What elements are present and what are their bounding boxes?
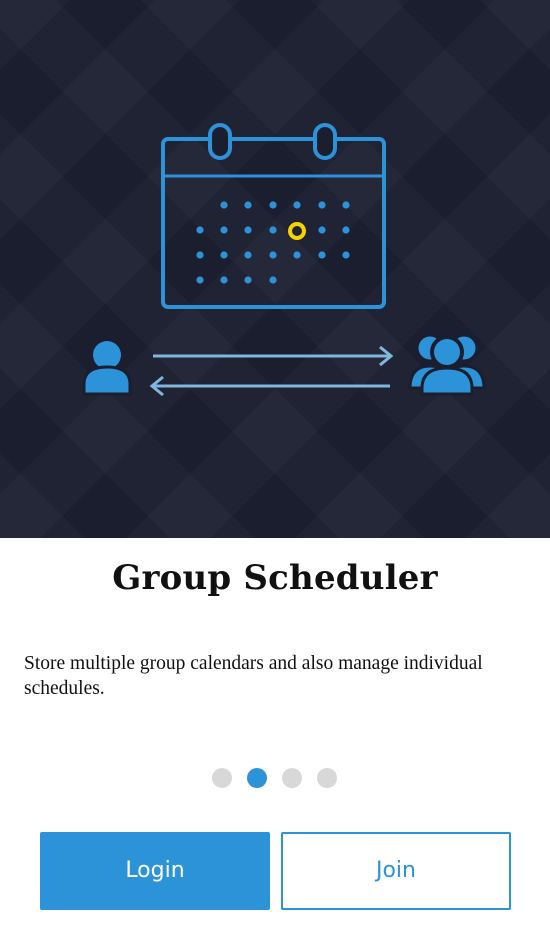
arrow-left-icon <box>149 375 390 397</box>
login-button[interactable]: Login <box>40 832 270 910</box>
group-icon <box>408 333 486 396</box>
calendar-day-dot <box>269 226 277 234</box>
page-dot-1[interactable] <box>212 768 232 788</box>
calendar-day-dot <box>318 226 326 234</box>
calendar-day-dot <box>269 251 277 259</box>
calendar-day-dot <box>318 201 326 209</box>
calendar-day-dot <box>269 201 277 209</box>
page-title: Group Scheduler <box>112 558 438 598</box>
page-dot-4[interactable] <box>317 768 337 788</box>
calendar-day-dot <box>342 226 350 234</box>
calendar-day-dot <box>196 226 204 234</box>
person-icon <box>82 337 132 396</box>
page-dot-2[interactable] <box>247 768 267 788</box>
calendar-day-dot <box>220 226 228 234</box>
feature-description: Store multiple group calendars and also … <box>24 653 483 699</box>
calendar-day-dot <box>220 251 228 259</box>
selected-day-marker <box>288 222 306 240</box>
calendar-day-dot <box>196 276 204 284</box>
calendar-day-dot <box>342 251 350 259</box>
calendar-day-dot <box>244 251 252 259</box>
illustration-svg <box>82 123 486 397</box>
calendar-day-dot <box>293 251 301 259</box>
calendar-day-dot <box>220 276 228 284</box>
page-indicator <box>2 767 548 789</box>
calendar-day-dot <box>244 276 252 284</box>
calendar-day-dots <box>196 201 350 284</box>
calendar-day-dot <box>269 276 277 284</box>
calendar-day-dot <box>244 201 252 209</box>
calendar-day-dot <box>293 201 301 209</box>
calendar-day-dot <box>244 226 252 234</box>
join-button[interactable]: Join <box>281 832 511 910</box>
arrow-right-icon <box>153 345 394 367</box>
calendar-day-dot <box>220 201 228 209</box>
calendar-day-dot <box>342 201 350 209</box>
calendar-day-dot <box>318 251 326 259</box>
calendar-day-dot <box>196 251 204 259</box>
onboarding-panel: Group Scheduler Store multiple group cal… <box>2 538 548 943</box>
calendar-icon <box>161 123 386 309</box>
hero-illustration <box>0 0 550 538</box>
page-dot-3[interactable] <box>282 768 302 788</box>
